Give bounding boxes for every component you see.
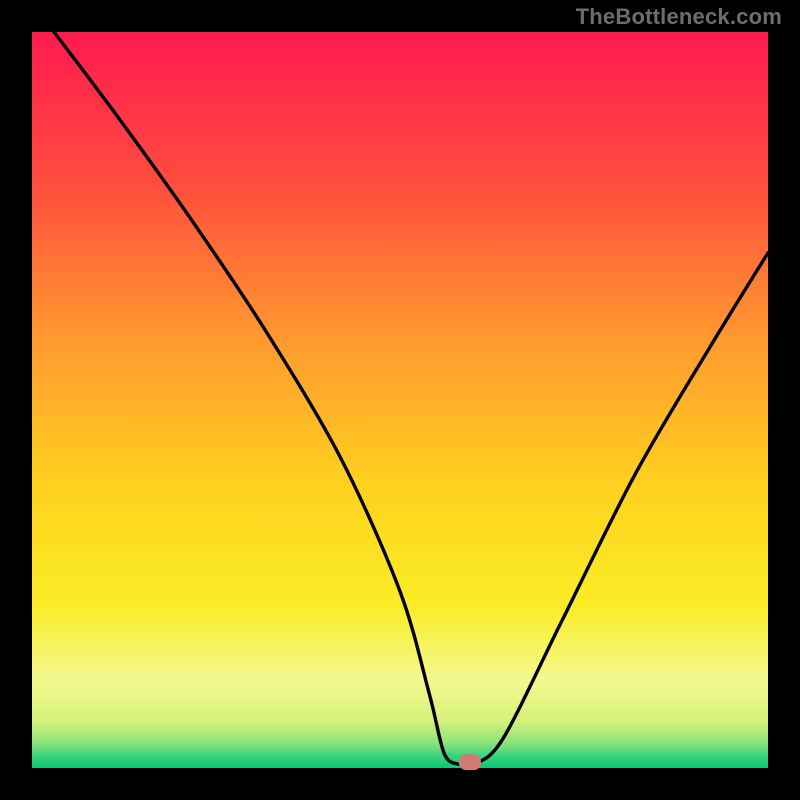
watermark-text: TheBottleneck.com xyxy=(576,4,782,30)
chart-stage: TheBottleneck.com xyxy=(0,0,800,800)
plot-background xyxy=(32,32,768,768)
optimal-marker xyxy=(459,754,481,770)
bottleneck-chart xyxy=(0,0,800,800)
